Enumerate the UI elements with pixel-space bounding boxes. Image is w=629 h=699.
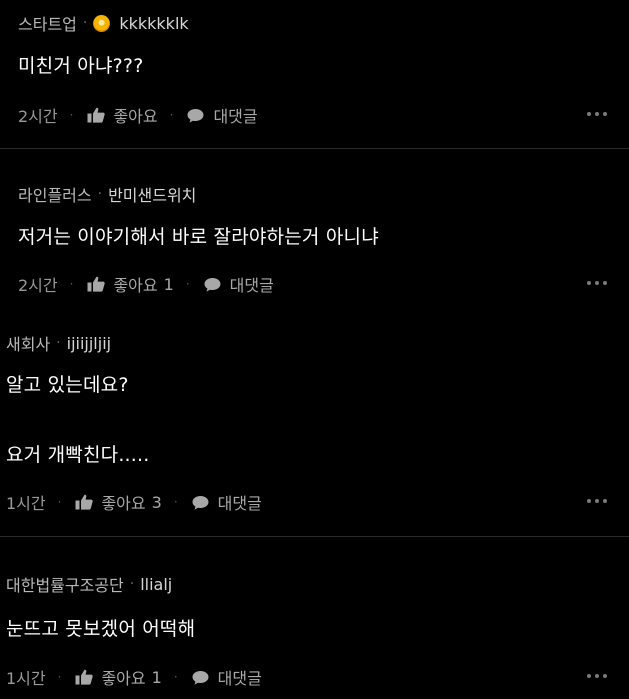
like-button[interactable]: 좋아요 1 bbox=[87, 272, 174, 296]
author-name[interactable]: kkkkkklk bbox=[119, 14, 188, 33]
like-count: 1 bbox=[151, 667, 162, 687]
author-name[interactable]: 반미샌드위치 bbox=[108, 182, 196, 206]
comment-text: 요거 개빡친다..... bbox=[6, 444, 150, 466]
reply-label: 대댓글 bbox=[229, 276, 274, 295]
action-separator: · bbox=[185, 277, 190, 291]
reply-button[interactable]: 대댓글 bbox=[204, 272, 274, 296]
action-separator: · bbox=[57, 495, 62, 509]
gold-badge-icon bbox=[93, 14, 111, 32]
comment-time: 2시간 bbox=[18, 276, 58, 295]
author-name[interactable]: llialj bbox=[140, 575, 172, 594]
speech-bubble-icon bbox=[187, 108, 204, 123]
comment-text: 저거는 이야기해서 바로 잘라야하는거 아니냐 bbox=[18, 226, 379, 248]
thumbs-up-icon bbox=[87, 107, 106, 123]
more-dots-icon[interactable] bbox=[587, 112, 607, 116]
action-separator: · bbox=[69, 108, 74, 122]
reply-button[interactable]: 대댓글 bbox=[192, 665, 262, 689]
comment-text: 미친거 아냐??? bbox=[18, 55, 144, 77]
action-separator: · bbox=[69, 277, 74, 291]
like-label: 좋아요 bbox=[113, 107, 158, 126]
meta-separator: · bbox=[82, 15, 88, 31]
company-name: 라인플러스 bbox=[18, 186, 92, 205]
thumbs-up-icon bbox=[87, 276, 106, 292]
company-name: 대한법률구조공단 bbox=[6, 576, 124, 595]
meta-separator: · bbox=[129, 576, 135, 592]
like-label: 좋아요 bbox=[113, 276, 158, 295]
like-button[interactable]: 좋아요 1 bbox=[75, 665, 162, 689]
thumbs-up-icon bbox=[75, 494, 94, 510]
thumbs-up-icon bbox=[75, 669, 94, 685]
comment-text: 알고 있는데요? bbox=[6, 374, 129, 396]
like-count: 1 bbox=[163, 274, 174, 294]
action-separator: · bbox=[169, 108, 174, 122]
action-separator: · bbox=[173, 495, 178, 509]
action-separator: · bbox=[173, 670, 178, 684]
comment-time: 1시간 bbox=[6, 669, 46, 688]
comment-actions: 2시간 · 좋아요 1 · 대댓글 bbox=[18, 272, 274, 296]
reply-button[interactable]: 대댓글 bbox=[187, 103, 258, 127]
more-dots-icon[interactable] bbox=[587, 674, 607, 678]
comment-meta: 새회사 · ijiijjljij bbox=[6, 331, 111, 355]
speech-bubble-icon bbox=[204, 277, 221, 292]
author-name[interactable]: ijiijjljij bbox=[67, 334, 111, 353]
comment-meta: 대한법률구조공단 · llialj bbox=[6, 572, 172, 596]
reply-label: 대댓글 bbox=[213, 107, 258, 126]
comment-time: 1시간 bbox=[6, 494, 46, 513]
reply-label: 대댓글 bbox=[217, 669, 262, 688]
like-button[interactable]: 좋아요 3 bbox=[75, 490, 162, 514]
comment-meta: 스타트업 · kkkkkklk bbox=[18, 11, 189, 35]
speech-bubble-icon bbox=[192, 495, 209, 510]
meta-separator: · bbox=[97, 186, 103, 202]
like-count: 3 bbox=[151, 492, 162, 512]
like-button[interactable]: 좋아요 bbox=[87, 103, 158, 127]
comment-text: 눈뜨고 못보겠어 어떡해 bbox=[6, 618, 196, 640]
company-name: 새회사 bbox=[6, 335, 51, 354]
like-label: 좋아요 bbox=[101, 669, 146, 688]
more-dots-icon[interactable] bbox=[587, 281, 607, 285]
comment-divider bbox=[0, 148, 629, 149]
reply-button[interactable]: 대댓글 bbox=[192, 490, 262, 514]
company-name: 스타트업 bbox=[18, 15, 77, 34]
like-label: 좋아요 bbox=[101, 494, 146, 513]
comment-actions: 1시간 · 좋아요 1 · 대댓글 bbox=[6, 665, 262, 689]
meta-separator: · bbox=[56, 335, 61, 351]
reply-label: 대댓글 bbox=[217, 494, 262, 513]
comment-divider bbox=[0, 536, 629, 537]
action-separator: · bbox=[57, 670, 62, 684]
more-dots-icon[interactable] bbox=[587, 499, 607, 503]
speech-bubble-icon bbox=[192, 670, 209, 685]
comment-time: 2시간 bbox=[18, 107, 58, 126]
comment-actions: 2시간 · 좋아요 · 대댓글 bbox=[18, 103, 258, 127]
comment-actions: 1시간 · 좋아요 3 · 대댓글 bbox=[6, 490, 262, 514]
comment-meta: 라인플러스 · 반미샌드위치 bbox=[18, 182, 196, 206]
